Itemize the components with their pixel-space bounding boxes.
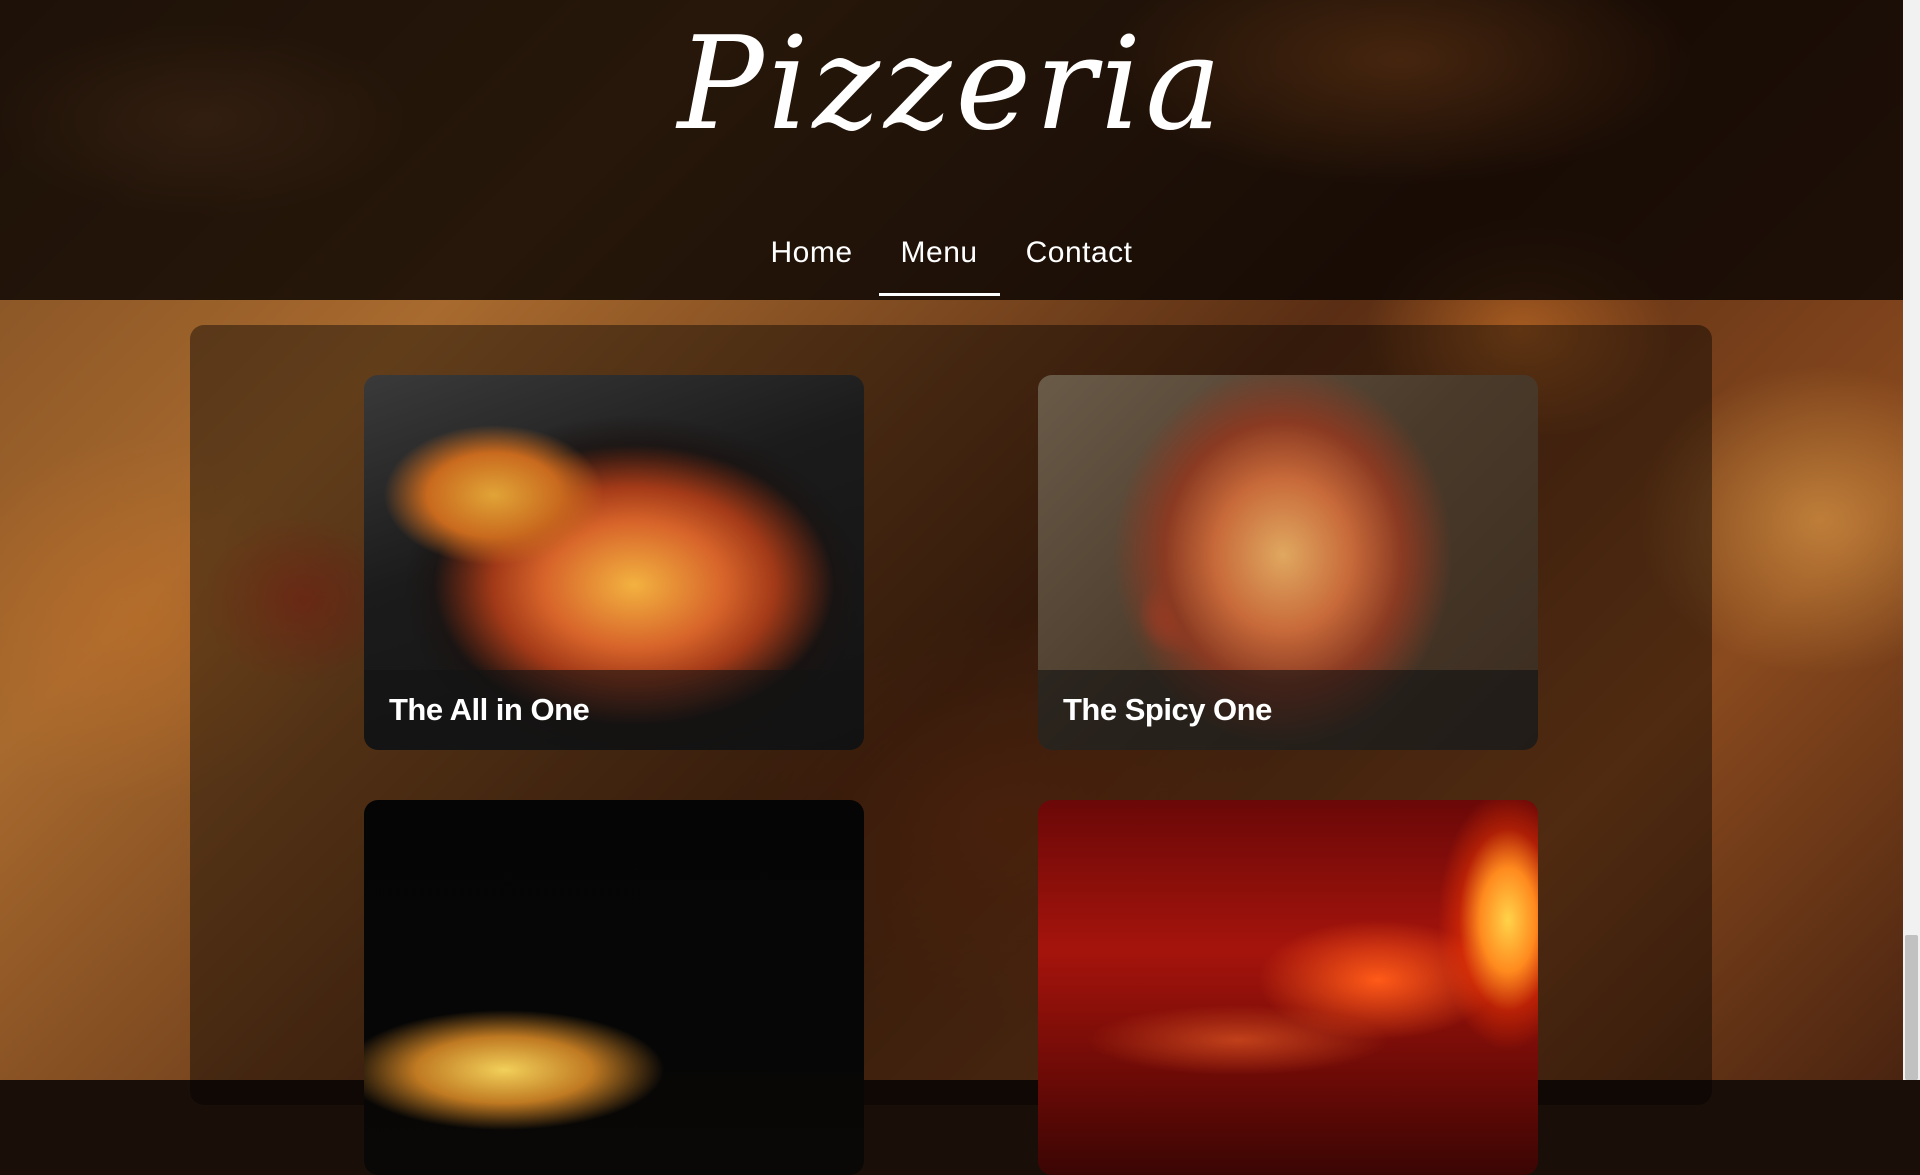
main-nav: Home Menu Contact (0, 222, 1903, 296)
wood-fired-oven-photo (1038, 800, 1538, 1175)
menu-card-spicy-one[interactable]: The Spicy One (1038, 375, 1538, 750)
scrollbar-track[interactable] (1903, 0, 1920, 1080)
nav-contact[interactable]: Contact (1002, 222, 1157, 296)
nav-home[interactable]: Home (747, 222, 877, 296)
card-title: The Spicy One (1063, 692, 1272, 727)
card-title: The All in One (389, 692, 590, 727)
pizza-slice-dark-photo (364, 800, 864, 1175)
menu-card-3[interactable] (364, 800, 864, 1175)
menu-card-4[interactable] (1038, 800, 1538, 1175)
nav-menu[interactable]: Menu (877, 222, 1002, 296)
scrollbar-thumb[interactable] (1905, 935, 1918, 1080)
menu-card-all-in-one[interactable]: The All in One (364, 375, 864, 750)
site-logo[interactable]: Pizzeria (0, 10, 1903, 160)
